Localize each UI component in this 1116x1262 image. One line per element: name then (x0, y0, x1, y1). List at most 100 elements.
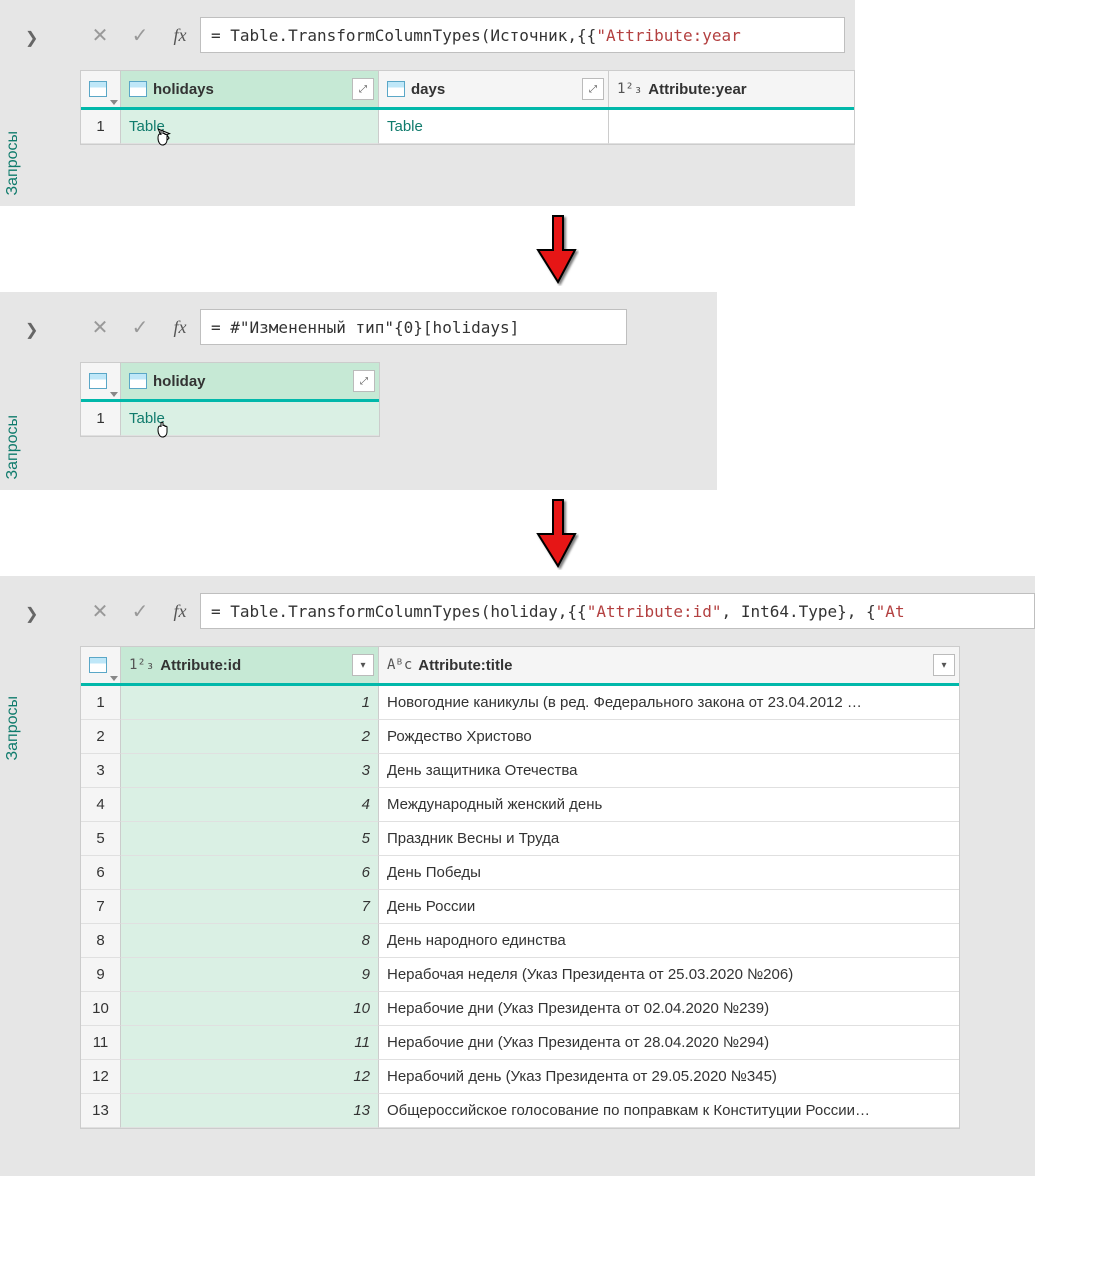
expand-icon[interactable]: ⤢ (582, 78, 604, 100)
table-row: 66День Победы (81, 856, 959, 890)
table-icon (89, 657, 107, 673)
cell-title[interactable]: День России (379, 890, 959, 924)
formula-input[interactable]: = #"Измененный тип"{0}[holidays] (200, 309, 627, 345)
col-label: holidays (153, 81, 214, 98)
formula-text: = Table.TransformColumnTypes(Источник,{{ (211, 26, 596, 45)
expand-icon[interactable]: ⤢ (352, 78, 374, 100)
cell-id[interactable]: 4 (121, 788, 379, 822)
cell-value: Table (129, 410, 165, 427)
expand-chevron[interactable]: ❯ (25, 320, 38, 340)
cell-id[interactable]: 10 (121, 992, 379, 1026)
row-index-header[interactable] (81, 363, 121, 399)
row-index[interactable]: 9 (81, 958, 121, 992)
cell-title[interactable]: День защитника Отечества (379, 754, 959, 788)
row-index[interactable]: 1 (81, 686, 121, 720)
cell-holiday[interactable]: Table (121, 402, 379, 436)
cell-id[interactable]: 8 (121, 924, 379, 958)
row-index[interactable]: 12 (81, 1060, 121, 1094)
row-index[interactable]: 2 (81, 720, 121, 754)
cell-title[interactable]: Нерабочий день (Указ Президента от 29.05… (379, 1060, 959, 1094)
row-index-header[interactable] (81, 71, 121, 107)
queries-side-tab[interactable]: Запросы (4, 696, 22, 761)
pq-panel-2: ❯ Запросы ✕ ✓ fx = #"Измененный тип"{0}[… (0, 292, 717, 490)
table-row: 22Рождество Христово (81, 720, 959, 754)
cell-title[interactable]: День народного единства (379, 924, 959, 958)
row-index[interactable]: 7 (81, 890, 121, 924)
filter-icon[interactable]: ▾ (933, 654, 955, 676)
number-type-icon: 1²₃ (617, 81, 642, 97)
row-index-header[interactable] (81, 647, 121, 683)
col-header-title[interactable]: AᴮcAttribute:title▾ (379, 647, 959, 683)
col-label: Attribute:id (160, 657, 241, 674)
cancel-button[interactable]: ✕ (80, 593, 120, 629)
row-index[interactable]: 6 (81, 856, 121, 890)
table-row: 77День России (81, 890, 959, 924)
row-index[interactable]: 5 (81, 822, 121, 856)
col-header-days[interactable]: days ⤢ (379, 71, 609, 107)
cell-title[interactable]: Международный женский день (379, 788, 959, 822)
cell-id[interactable]: 1 (121, 686, 379, 720)
pq-panel-1: ❯ Запросы ✕ ✓ fx = Table.TransformColumn… (0, 0, 855, 206)
cell-title[interactable]: Нерабочая неделя (Указ Президента от 25.… (379, 958, 959, 992)
confirm-button[interactable]: ✓ (120, 17, 160, 53)
cell-days[interactable]: Table (379, 110, 609, 144)
row-index[interactable]: 13 (81, 1094, 121, 1128)
formula-text: = Table.TransformColumnTypes(holiday,{{ (211, 602, 587, 621)
fx-button[interactable]: fx (160, 17, 200, 53)
header-row: holiday ⤢ (81, 363, 379, 402)
cancel-button[interactable]: ✕ (80, 309, 120, 345)
cell-id[interactable]: 5 (121, 822, 379, 856)
cell-title[interactable]: Рождество Христово (379, 720, 959, 754)
cell-holidays[interactable]: Table (121, 110, 379, 144)
row-index[interactable]: 1 (81, 110, 121, 144)
row-index[interactable]: 1 (81, 402, 121, 436)
header-row: 1²₃ Attribute:id ▾ AᴮcAttribute:title▾ (81, 647, 959, 686)
formula-bar: ✕ ✓ fx = Table.TransformColumnTypes(holi… (80, 593, 1035, 629)
cell-year[interactable] (609, 110, 854, 144)
fx-button[interactable]: fx (160, 593, 200, 629)
row-index[interactable]: 8 (81, 924, 121, 958)
filter-icon[interactable]: ▾ (352, 654, 374, 676)
row-index[interactable]: 11 (81, 1026, 121, 1060)
col-label: days (411, 81, 445, 98)
expand-chevron[interactable]: ❯ (25, 28, 38, 48)
data-grid: 1²₃Attribute:id▾ AᴮcAttribute:title▾ 11Н… (80, 646, 960, 1129)
cell-id[interactable]: 6 (121, 856, 379, 890)
cell-title[interactable]: День Победы (379, 856, 959, 890)
confirm-button[interactable]: ✓ (120, 309, 160, 345)
cell-title[interactable]: Нерабочие дни (Указ Президента от 28.04.… (379, 1026, 959, 1060)
expand-chevron[interactable]: ❯ (25, 604, 38, 624)
cell-id[interactable]: 11 (121, 1026, 379, 1060)
chevron-down-icon (110, 100, 118, 105)
row-index[interactable]: 3 (81, 754, 121, 788)
col-header-holidays[interactable]: holidays ⤢ (121, 71, 379, 107)
queries-side-tab[interactable]: Запросы (4, 415, 22, 480)
cell-id[interactable]: 2 (121, 720, 379, 754)
col-header-id[interactable]: 1²₃ Attribute:id ▾ (121, 647, 379, 683)
pq-panel-3: ❯ Запросы ✕ ✓ fx = Table.TransformColumn… (0, 576, 1035, 1176)
fx-button[interactable]: fx (160, 309, 200, 345)
formula-input[interactable]: = Table.TransformColumnTypes(holiday,{{"… (200, 593, 1035, 629)
queries-side-tab[interactable]: Запросы (4, 131, 22, 196)
cell-id[interactable]: 9 (121, 958, 379, 992)
cell-id[interactable]: 7 (121, 890, 379, 924)
cell-title[interactable]: Новогодние каникулы (в ред. Федерального… (379, 686, 959, 720)
row-index[interactable]: 10 (81, 992, 121, 1026)
col-header-year[interactable]: 1²₃Attribute:year (609, 71, 854, 107)
confirm-button[interactable]: ✓ (120, 593, 160, 629)
formula-input[interactable]: = Table.TransformColumnTypes(Источник,{{… (200, 17, 845, 53)
col-label: holiday (153, 373, 206, 390)
cancel-button[interactable]: ✕ (80, 17, 120, 53)
cell-title[interactable]: Нерабочие дни (Указ Президента от 02.04.… (379, 992, 959, 1026)
table-row: 1111Нерабочие дни (Указ Президента от 28… (81, 1026, 959, 1060)
text-type-icon: Aᴮc (387, 657, 412, 673)
number-type-icon: 1²₃ (129, 657, 154, 673)
expand-icon[interactable]: ⤢ (353, 370, 375, 392)
cell-title[interactable]: Праздник Весны и Труда (379, 822, 959, 856)
row-index[interactable]: 4 (81, 788, 121, 822)
cell-title[interactable]: Общероссийское голосование по поправкам … (379, 1094, 959, 1128)
cell-id[interactable]: 13 (121, 1094, 379, 1128)
cell-id[interactable]: 12 (121, 1060, 379, 1094)
cell-id[interactable]: 3 (121, 754, 379, 788)
col-header-holiday[interactable]: holiday ⤢ (121, 363, 379, 399)
